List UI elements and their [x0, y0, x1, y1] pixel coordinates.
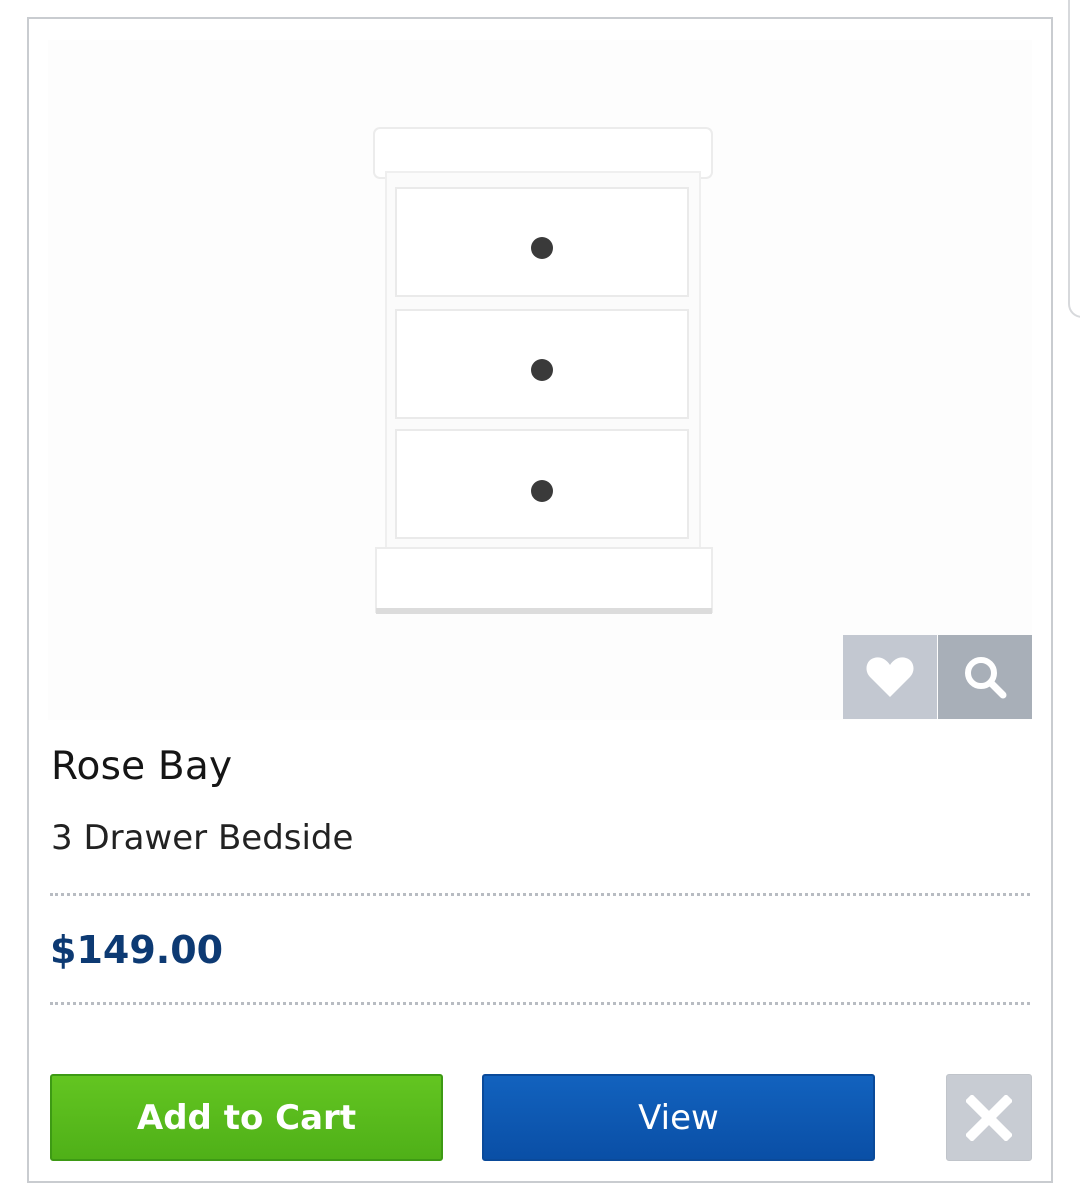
scrollbar-edge: [1068, 0, 1080, 318]
heart-icon: [866, 657, 914, 697]
close-icon: [966, 1094, 1012, 1141]
product-image: [373, 127, 713, 614]
product-image-area[interactable]: [48, 40, 1032, 720]
remove-button[interactable]: [946, 1074, 1032, 1161]
quick-view-button[interactable]: [938, 635, 1032, 719]
view-button[interactable]: View: [482, 1074, 875, 1161]
search-icon: [965, 657, 1007, 699]
divider: [50, 1002, 1030, 1005]
product-title[interactable]: Rose Bay: [51, 744, 232, 789]
add-to-cart-button[interactable]: Add to Cart: [50, 1074, 443, 1161]
wishlist-button[interactable]: [843, 635, 937, 719]
product-description: 3 Drawer Bedside: [51, 818, 354, 858]
product-price: $149.00: [50, 928, 224, 972]
divider: [50, 893, 1030, 896]
